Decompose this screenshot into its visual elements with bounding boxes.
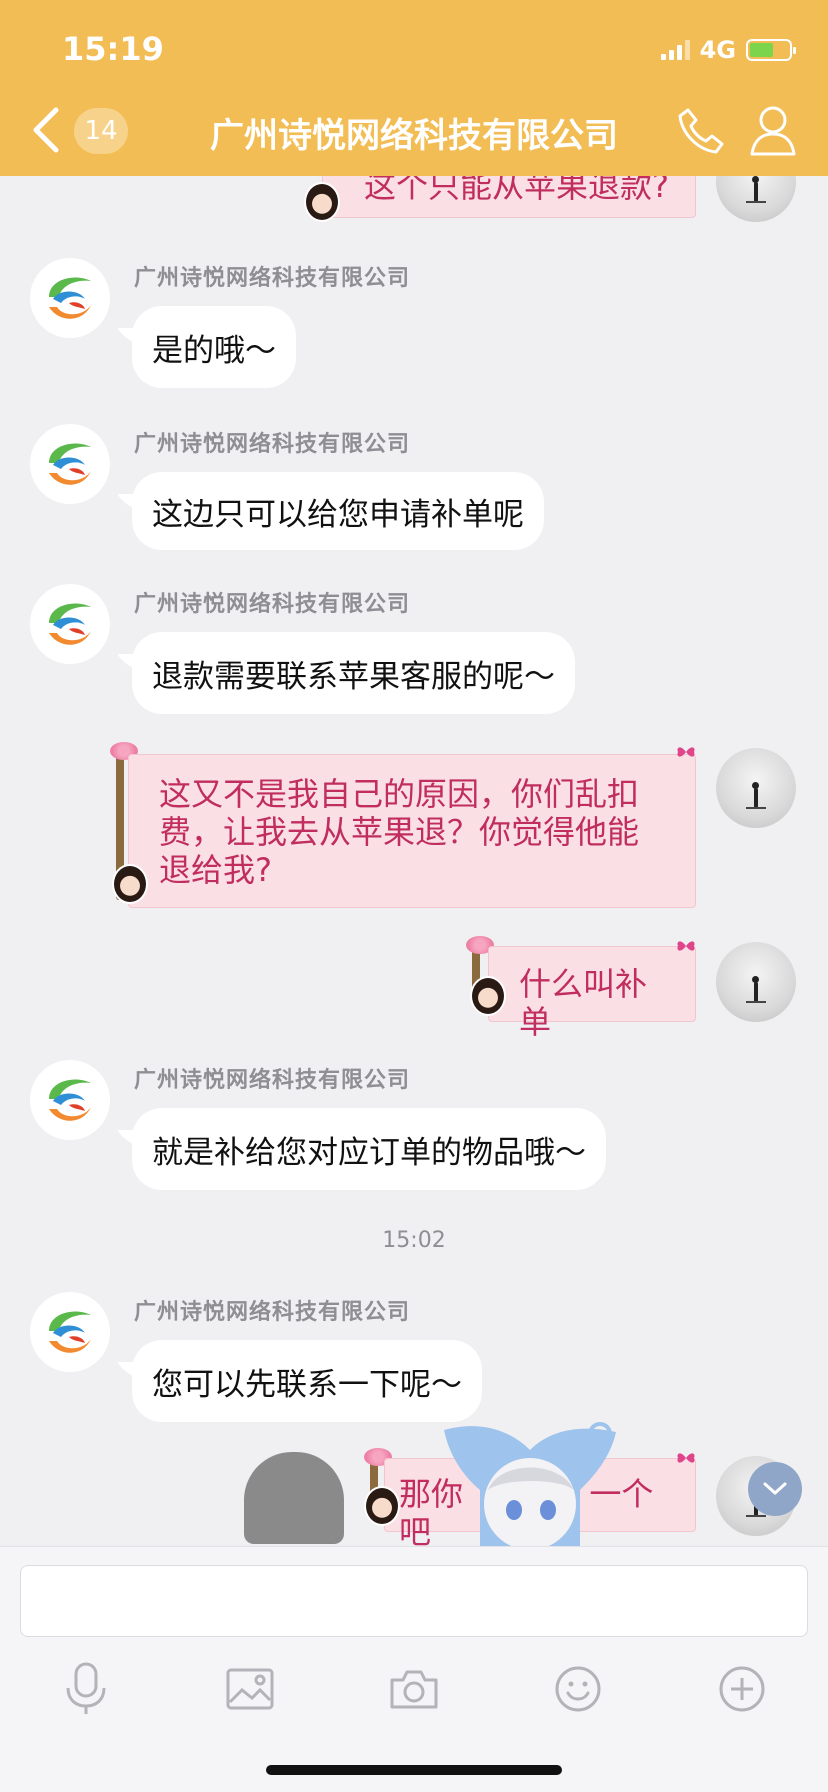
sticker-girl (470, 976, 506, 1016)
message-input[interactable] (20, 1565, 808, 1637)
company-logo-icon (49, 443, 91, 485)
avatar-me[interactable] (716, 748, 796, 828)
message-text-line: 这又不是我自己的原因，你们乱扣 (159, 775, 640, 813)
chat-list[interactable]: 这个只能从苹果退款? 广州诗悦网络科技有限公司 是的哦～ 广州诗悦网络科技有限公… (0, 176, 828, 1546)
back-arrow-icon[interactable] (28, 106, 64, 154)
company-logo-icon (49, 1311, 91, 1353)
status-time: 15:19 (62, 30, 164, 68)
message-text: 这边只可以给您申请补单呢 (152, 496, 524, 533)
message-in[interactable]: 是的哦～ (132, 306, 296, 388)
phone-icon[interactable] (676, 106, 726, 156)
scroll-to-bottom-button[interactable] (748, 1462, 802, 1516)
message-text: 退款需要联系苹果客服的呢～ (152, 658, 555, 695)
message-out[interactable]: 这又不是我自己的原因，你们乱扣 费，让我去从苹果退？你觉得他能 退给我? (128, 754, 696, 908)
home-indicator (266, 1765, 562, 1775)
sender-name: 广州诗悦网络科技有限公司 (134, 592, 411, 617)
chevron-down-icon (763, 1482, 787, 1495)
message-in[interactable]: 这边只可以给您申请补单呢 (132, 472, 544, 550)
company-logo-icon (49, 1079, 91, 1121)
avatar-company[interactable] (30, 1292, 110, 1372)
image-icon (226, 1668, 274, 1710)
message-text: 您可以先联系一下呢～ (152, 1366, 462, 1403)
message-text: 什么叫补单 (519, 965, 648, 1041)
fox-character-sticker (444, 1422, 616, 1546)
message-in[interactable]: 就是补给您对应订单的物品哦～ (132, 1108, 606, 1190)
signal-icon (660, 40, 690, 60)
unread-badge[interactable]: 14 (74, 108, 128, 154)
nav-header: 15:19 4G 14 广州诗悦网络科技有限公司 (0, 0, 828, 176)
butterfly-icon (677, 1453, 695, 1463)
sender-name: 广州诗悦网络科技有限公司 (134, 1300, 411, 1325)
message-text: 是的哦～ (152, 332, 276, 369)
microphone-icon (66, 1662, 106, 1714)
battery-icon (746, 39, 796, 61)
sender-name: 广州诗悦网络科技有限公司 (134, 1068, 411, 1093)
company-logo-icon (49, 603, 91, 645)
avatar-company[interactable] (30, 424, 110, 504)
company-logo-icon (49, 277, 91, 319)
message-out[interactable]: 什么叫补单 (488, 946, 696, 1041)
message-text-line: 退给我? (159, 851, 272, 889)
emoji-button[interactable] (548, 1659, 608, 1719)
butterfly-icon (677, 941, 695, 951)
message-text-line: 费，让我去从苹果退？你觉得他能 (159, 813, 640, 851)
avatar-company[interactable] (30, 258, 110, 338)
more-button[interactable] (712, 1659, 772, 1719)
input-bar (0, 1546, 828, 1792)
voice-button[interactable] (56, 1659, 116, 1719)
sender-name: 广州诗悦网络科技有限公司 (134, 432, 411, 457)
image-button[interactable] (220, 1659, 280, 1719)
message-text: 这个只能从苹果退款? (364, 176, 669, 205)
status-indicators: 4G (660, 36, 796, 64)
time-divider: 15:02 (382, 1228, 446, 1253)
network-label: 4G (699, 36, 736, 64)
camera-button[interactable] (384, 1659, 444, 1719)
sticker-girl (112, 864, 148, 904)
message-text: 就是补给您对应订单的物品哦～ (152, 1134, 586, 1171)
avatar-company[interactable] (30, 584, 110, 664)
avatar-me[interactable] (716, 942, 796, 1022)
avatar-company[interactable] (30, 1060, 110, 1140)
message-in[interactable]: 您可以先联系一下呢～ (132, 1340, 482, 1422)
sticker-girl (304, 182, 340, 222)
page-title: 广州诗悦网络科技有限公司 (210, 116, 618, 156)
person-icon[interactable] (748, 104, 798, 158)
message-out[interactable]: 这个只能从苹果退款? (322, 176, 696, 218)
emoji-icon (555, 1666, 601, 1712)
butterfly-icon (677, 747, 695, 757)
plus-icon (719, 1666, 765, 1712)
sender-name: 广州诗悦网络科技有限公司 (134, 266, 411, 291)
sticker-girl (364, 1486, 400, 1526)
message-in[interactable]: 退款需要联系苹果客服的呢～ (132, 632, 575, 714)
camera-icon (390, 1670, 438, 1709)
avatar-me[interactable] (716, 176, 796, 222)
gray-character-sticker (244, 1452, 344, 1544)
